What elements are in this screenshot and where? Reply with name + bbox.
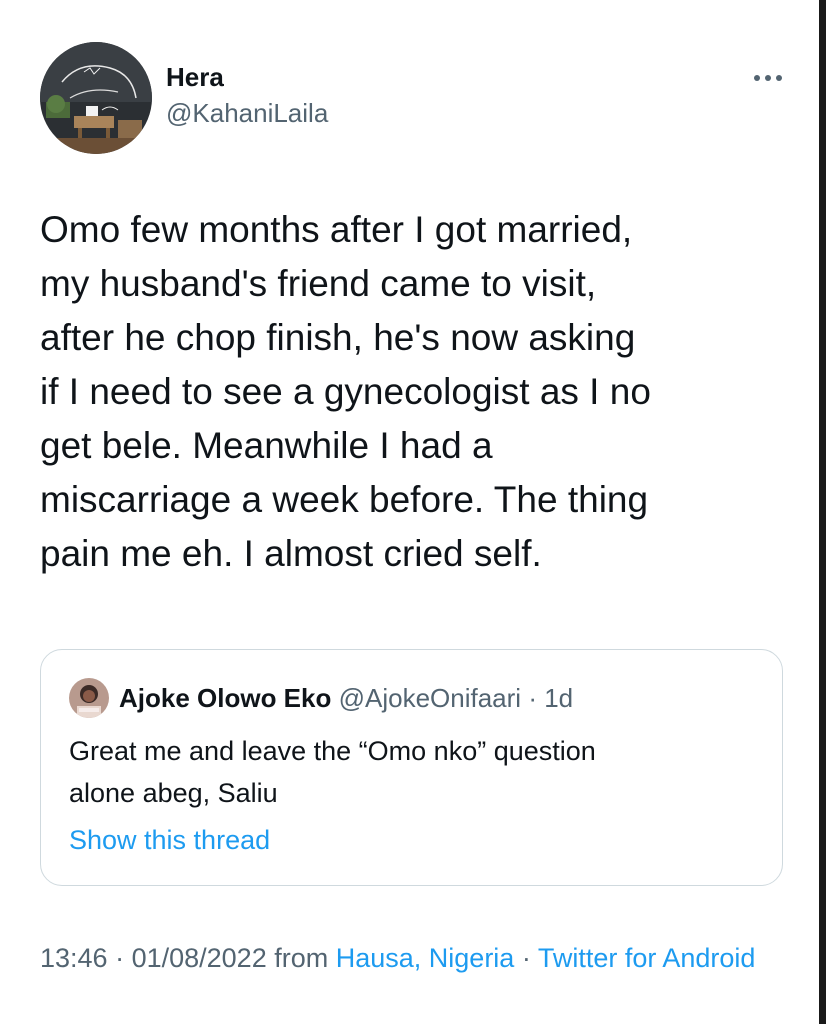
tweet-location-link[interactable]: Hausa, Nigeria (336, 943, 515, 973)
meta-from-label: from (266, 943, 336, 973)
tweet-client-link[interactable]: Twitter for Android (538, 943, 756, 973)
tweet-meta: 13:46 · 01/08/2022 from Hausa, Nigeria ·… (40, 938, 780, 979)
ellipsis-icon (754, 75, 782, 81)
tweet-text: Omo few months after I got married, my h… (40, 209, 651, 574)
quoted-tweet-header: Ajoke Olowo Eko @AjokeOnifaari · 1d (119, 680, 573, 716)
meta-separator-2: · (514, 943, 538, 973)
show-thread-link[interactable]: Show this thread (69, 822, 270, 858)
author-avatar[interactable] (40, 42, 152, 154)
quoted-author-avatar-image (69, 678, 109, 718)
quoted-author-display-name[interactable]: Ajoke Olowo Eko (119, 683, 331, 713)
tweet-date[interactable]: 01/08/2022 (132, 943, 267, 973)
tweet-header: Hera @KahaniLaila (40, 42, 786, 154)
author-name-block: Hera @KahaniLaila (166, 60, 328, 130)
quoted-tweet-card[interactable]: Ajoke Olowo Eko @AjokeOnifaari · 1d Grea… (40, 649, 783, 886)
author-avatar-image (40, 42, 152, 154)
more-options-button[interactable] (750, 66, 786, 90)
quoted-author-handle[interactable]: @AjokeOnifaari (339, 683, 521, 713)
quoted-separator: · (521, 683, 545, 713)
scrollbar[interactable] (819, 0, 826, 1024)
author-handle[interactable]: @KahaniLaila (166, 96, 328, 130)
quoted-author-avatar[interactable] (69, 678, 109, 718)
quoted-tweet-age[interactable]: 1d (544, 683, 573, 713)
quoted-tweet-text: Great me and leave the “Omo nko” questio… (69, 736, 596, 808)
quoted-author-handle-text: @AjokeOnifaari (338, 683, 522, 713)
meta-separator-1: · (107, 943, 132, 973)
author-display-name[interactable]: Hera (166, 60, 328, 94)
tweet-time[interactable]: 13:46 (40, 943, 108, 973)
